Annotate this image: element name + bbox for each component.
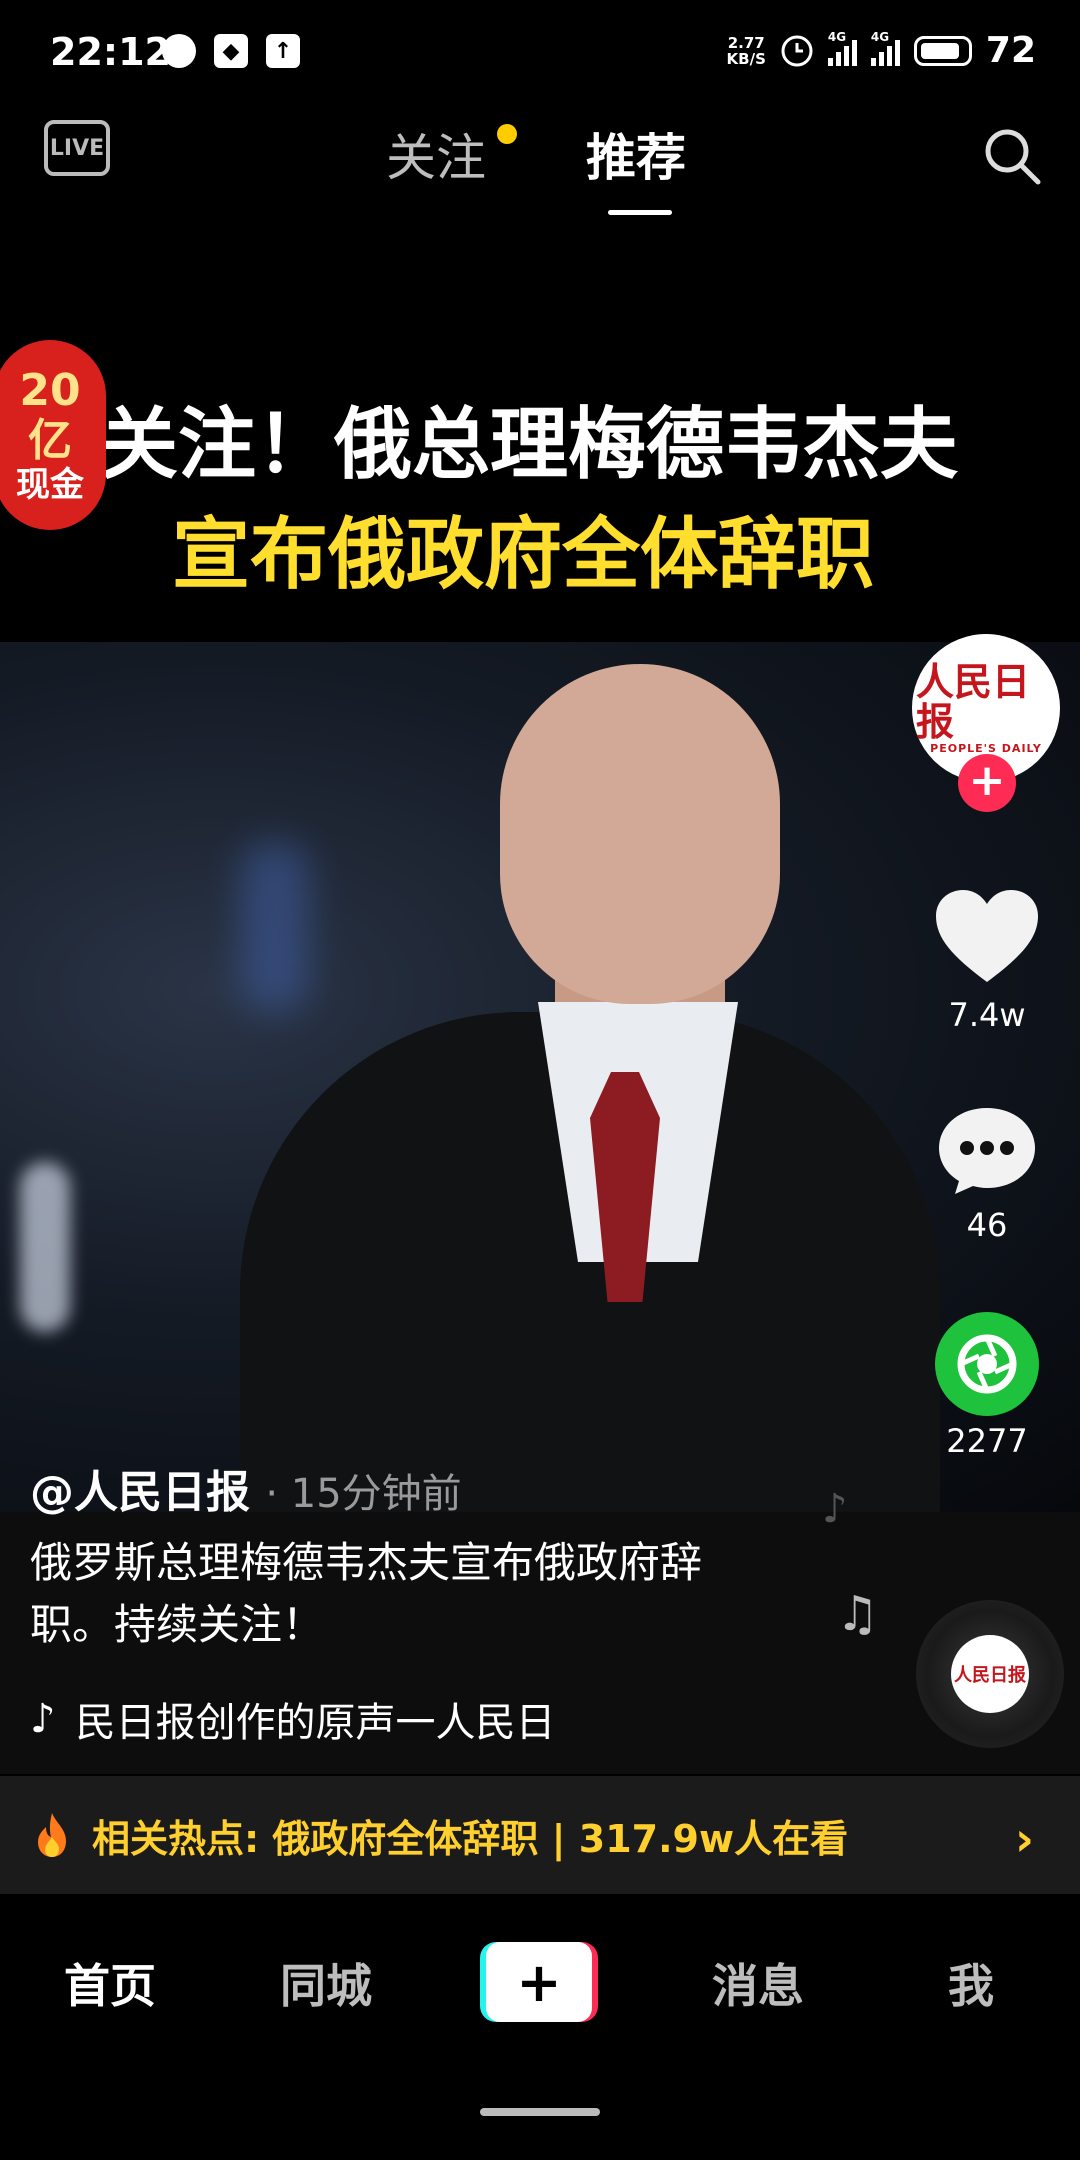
- share-count: 2277: [946, 1422, 1028, 1460]
- like-button[interactable]: 7.4w: [912, 886, 1062, 1034]
- comment-button[interactable]: 46: [912, 1104, 1062, 1244]
- hot-topic-bar[interactable]: 相关热点: 俄政府全体辞职 | 317.9w人在看 ›: [0, 1776, 1080, 1894]
- share-button[interactable]: 2277: [912, 1312, 1062, 1460]
- floating-note-icon: ♪: [822, 1486, 848, 1532]
- tab-follow[interactable]: 关注: [386, 118, 486, 190]
- video-description[interactable]: 俄罗斯总理梅德韦杰夫宣布俄政府辞职。持续关注！: [30, 1532, 770, 1656]
- notification-icons: ◆ ↑: [162, 34, 300, 68]
- floating-note-icon: ♫: [836, 1586, 880, 1642]
- battery-icon: [913, 35, 972, 66]
- upload-notification-icon: ↑: [266, 34, 300, 68]
- author-line[interactable]: @人民日报 · 15分钟前: [30, 1456, 462, 1520]
- search-icon[interactable]: [980, 124, 1044, 188]
- alarm-icon: [781, 35, 813, 66]
- person-head: [500, 664, 780, 1004]
- tiktok-note-icon: ♪: [30, 1696, 56, 1742]
- tab-nearby[interactable]: 同城: [280, 1950, 372, 2016]
- comment-count: 46: [966, 1206, 1008, 1244]
- aperture-icon: [957, 1334, 1017, 1394]
- app-notification-icon: ◆: [214, 34, 248, 68]
- create-button[interactable]: +: [480, 1942, 598, 2022]
- fire-icon: [38, 1813, 66, 1857]
- heart-icon: [936, 890, 1038, 982]
- share-icon: [935, 1312, 1039, 1416]
- chevron-right-icon: ›: [1015, 1812, 1034, 1866]
- message-notification-icon: [162, 34, 196, 68]
- background-light: [20, 1162, 70, 1332]
- tab-me[interactable]: 我: [948, 1950, 994, 2016]
- battery-level: 72: [985, 30, 1036, 71]
- plus-icon: +: [486, 1942, 592, 2022]
- tab-home[interactable]: 首页: [64, 1950, 156, 2016]
- top-nav: LIVE 关注 推荐: [0, 104, 1080, 224]
- network-label-2: 4G: [870, 29, 890, 44]
- author-name[interactable]: @人民日报: [30, 1467, 250, 1518]
- tab-messages[interactable]: 消息: [712, 1950, 804, 2016]
- music-disc[interactable]: 人民日报: [916, 1600, 1064, 1748]
- post-time: · 15分钟前: [265, 1471, 462, 1517]
- tab-recommend[interactable]: 推荐: [586, 118, 686, 190]
- network-label-1: 4G: [827, 29, 847, 44]
- status-bar: 22:12 ◆ ↑ 2.77 KB/S 4G 4G 72: [0, 0, 1080, 104]
- home-indicator[interactable]: [480, 2108, 600, 2116]
- comment-icon: [939, 1108, 1035, 1194]
- cash-promo-badge[interactable]: 20 亿 现金: [0, 340, 106, 530]
- hot-topic-text: 相关热点: 俄政府全体辞职 | 317.9w人在看: [92, 1816, 849, 1861]
- network-speed: 2.77 KB/S: [726, 33, 766, 68]
- status-right: 2.77 KB/S 4G 4G 72: [726, 29, 1036, 72]
- tab-active-indicator: [608, 210, 672, 215]
- status-time: 22:12: [50, 30, 171, 74]
- music-title: 民日报创作的原声一人民日: [75, 1700, 556, 1746]
- music-disc-avatar: 人民日报: [951, 1635, 1029, 1713]
- video-headline-line1: 关注！俄总理梅德韦杰夫: [100, 400, 959, 490]
- video-headline-line2: 宣布俄政府全体辞职: [172, 510, 875, 600]
- background-light: [240, 842, 310, 1012]
- like-count: 7.4w: [948, 996, 1026, 1034]
- bottom-tab-bar: 首页 同城 + 消息 我: [0, 1894, 1080, 2074]
- follow-plus-button[interactable]: +: [958, 754, 1016, 812]
- music-row[interactable]: ♪ 民日报创作的原声一人民日: [30, 1690, 556, 1748]
- live-icon[interactable]: LIVE: [44, 120, 110, 176]
- follow-new-dot: [497, 124, 517, 144]
